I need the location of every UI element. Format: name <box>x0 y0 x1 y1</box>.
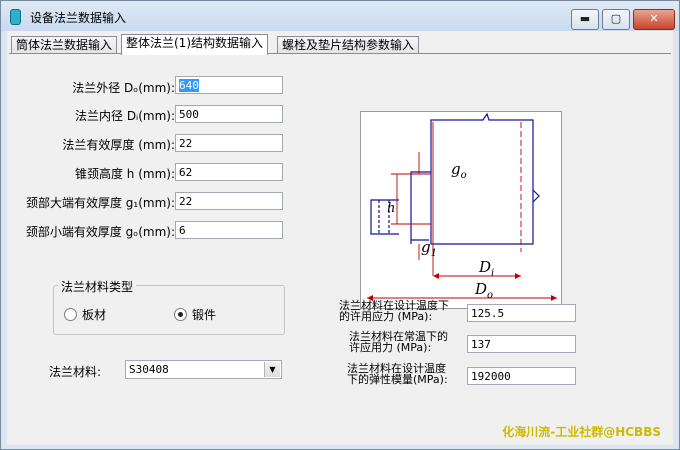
design-stress-input[interactable]: 125.5 <box>467 304 576 322</box>
di-label: Di <box>478 258 494 279</box>
watermark: 化海川流-工业社群@HCBBS <box>502 425 661 439</box>
material-label: 法兰材料: <box>49 365 102 379</box>
material-type-legend: 法兰材料类型 <box>58 278 137 295</box>
room-stress-input[interactable]: 137 <box>467 335 576 353</box>
elastic-modulus-label: 法兰材料在设计温度 下的弹性模量(MPa): <box>347 362 448 386</box>
plate-radio-label[interactable]: 板材 <box>82 306 106 323</box>
plate-radio[interactable] <box>64 308 77 321</box>
do-label: Do <box>474 280 493 301</box>
tab-bolt-gasket[interactable]: 螺栓及垫片结构参数输入 <box>277 36 420 54</box>
thickness-label: 法兰有效厚度 (mm): <box>62 138 175 152</box>
forging-radio-label[interactable]: 锻件 <box>192 306 216 323</box>
inner-diameter-label: 法兰内径 Dᵢ(mm): <box>75 109 175 123</box>
tab-panel: 法兰外径 Dₒ(mm): 640 法兰内径 Dᵢ(mm): 500 法兰有效厚度… <box>9 53 671 444</box>
app-icon <box>10 9 21 25</box>
neck-large-thickness-label: 颈部大端有效厚度 g₁(mm): <box>25 196 175 210</box>
material-select[interactable]: S30408 ▼ <box>125 360 282 379</box>
flange-diagram: go g1 h Di Do <box>360 111 562 309</box>
outer-diameter-label: 法兰外径 Dₒ(mm): <box>72 81 175 95</box>
g0-label: go <box>451 160 467 181</box>
maximize-button[interactable]: ▢ <box>602 9 630 30</box>
title-bar: 设备法兰数据输入 ▬ ▢ ✕ <box>1 1 679 31</box>
outer-diameter-input[interactable]: 640 <box>175 76 283 94</box>
flange-drawing: go g1 h Di Do <box>367 112 557 301</box>
tab-integral-flange[interactable]: 整体法兰(1)结构数据输入 <box>121 34 268 55</box>
neck-small-thickness-label: 颈部小端有效厚度 gₒ(mm): <box>25 225 175 239</box>
window-title: 设备法兰数据输入 <box>30 11 127 25</box>
material-type-group: 法兰材料类型 板材 锻件 <box>53 278 285 335</box>
neck-large-thickness-input[interactable]: 22 <box>175 192 283 210</box>
neck-small-thickness-input[interactable]: 6 <box>175 221 283 239</box>
room-stress-label: 法兰材料在常温下的 许应用力 (MPa): <box>349 330 448 354</box>
inner-diameter-input[interactable]: 500 <box>175 105 283 123</box>
material-select-value: S30408 <box>129 363 169 376</box>
design-stress-label: 法兰材料在设计温度下 的许用应力 (MPa): <box>339 299 449 323</box>
radio-selected-dot <box>178 312 183 317</box>
main-window: 设备法兰数据输入 ▬ ▢ ✕ 筒体法兰数据输入 整体法兰(1)结构数据输入 螺栓… <box>0 0 680 450</box>
minimize-button[interactable]: ▬ <box>571 9 599 30</box>
tab-shell-flange[interactable]: 筒体法兰数据输入 <box>11 36 118 54</box>
g1-label: g1 <box>421 238 437 259</box>
close-button[interactable]: ✕ <box>633 9 675 30</box>
neck-height-input[interactable]: 62 <box>175 163 283 181</box>
client-area: 筒体法兰数据输入 整体法兰(1)结构数据输入 螺栓及垫片结构参数输入 法兰外径 … <box>7 31 673 445</box>
neck-height-label: 锥颈高度 h (mm): <box>74 167 175 181</box>
h-label: h <box>387 201 395 216</box>
forging-radio[interactable] <box>174 308 187 321</box>
elastic-modulus-input[interactable]: 192000 <box>467 367 576 385</box>
chevron-down-icon[interactable]: ▼ <box>264 362 280 377</box>
thickness-input[interactable]: 22 <box>175 134 283 152</box>
